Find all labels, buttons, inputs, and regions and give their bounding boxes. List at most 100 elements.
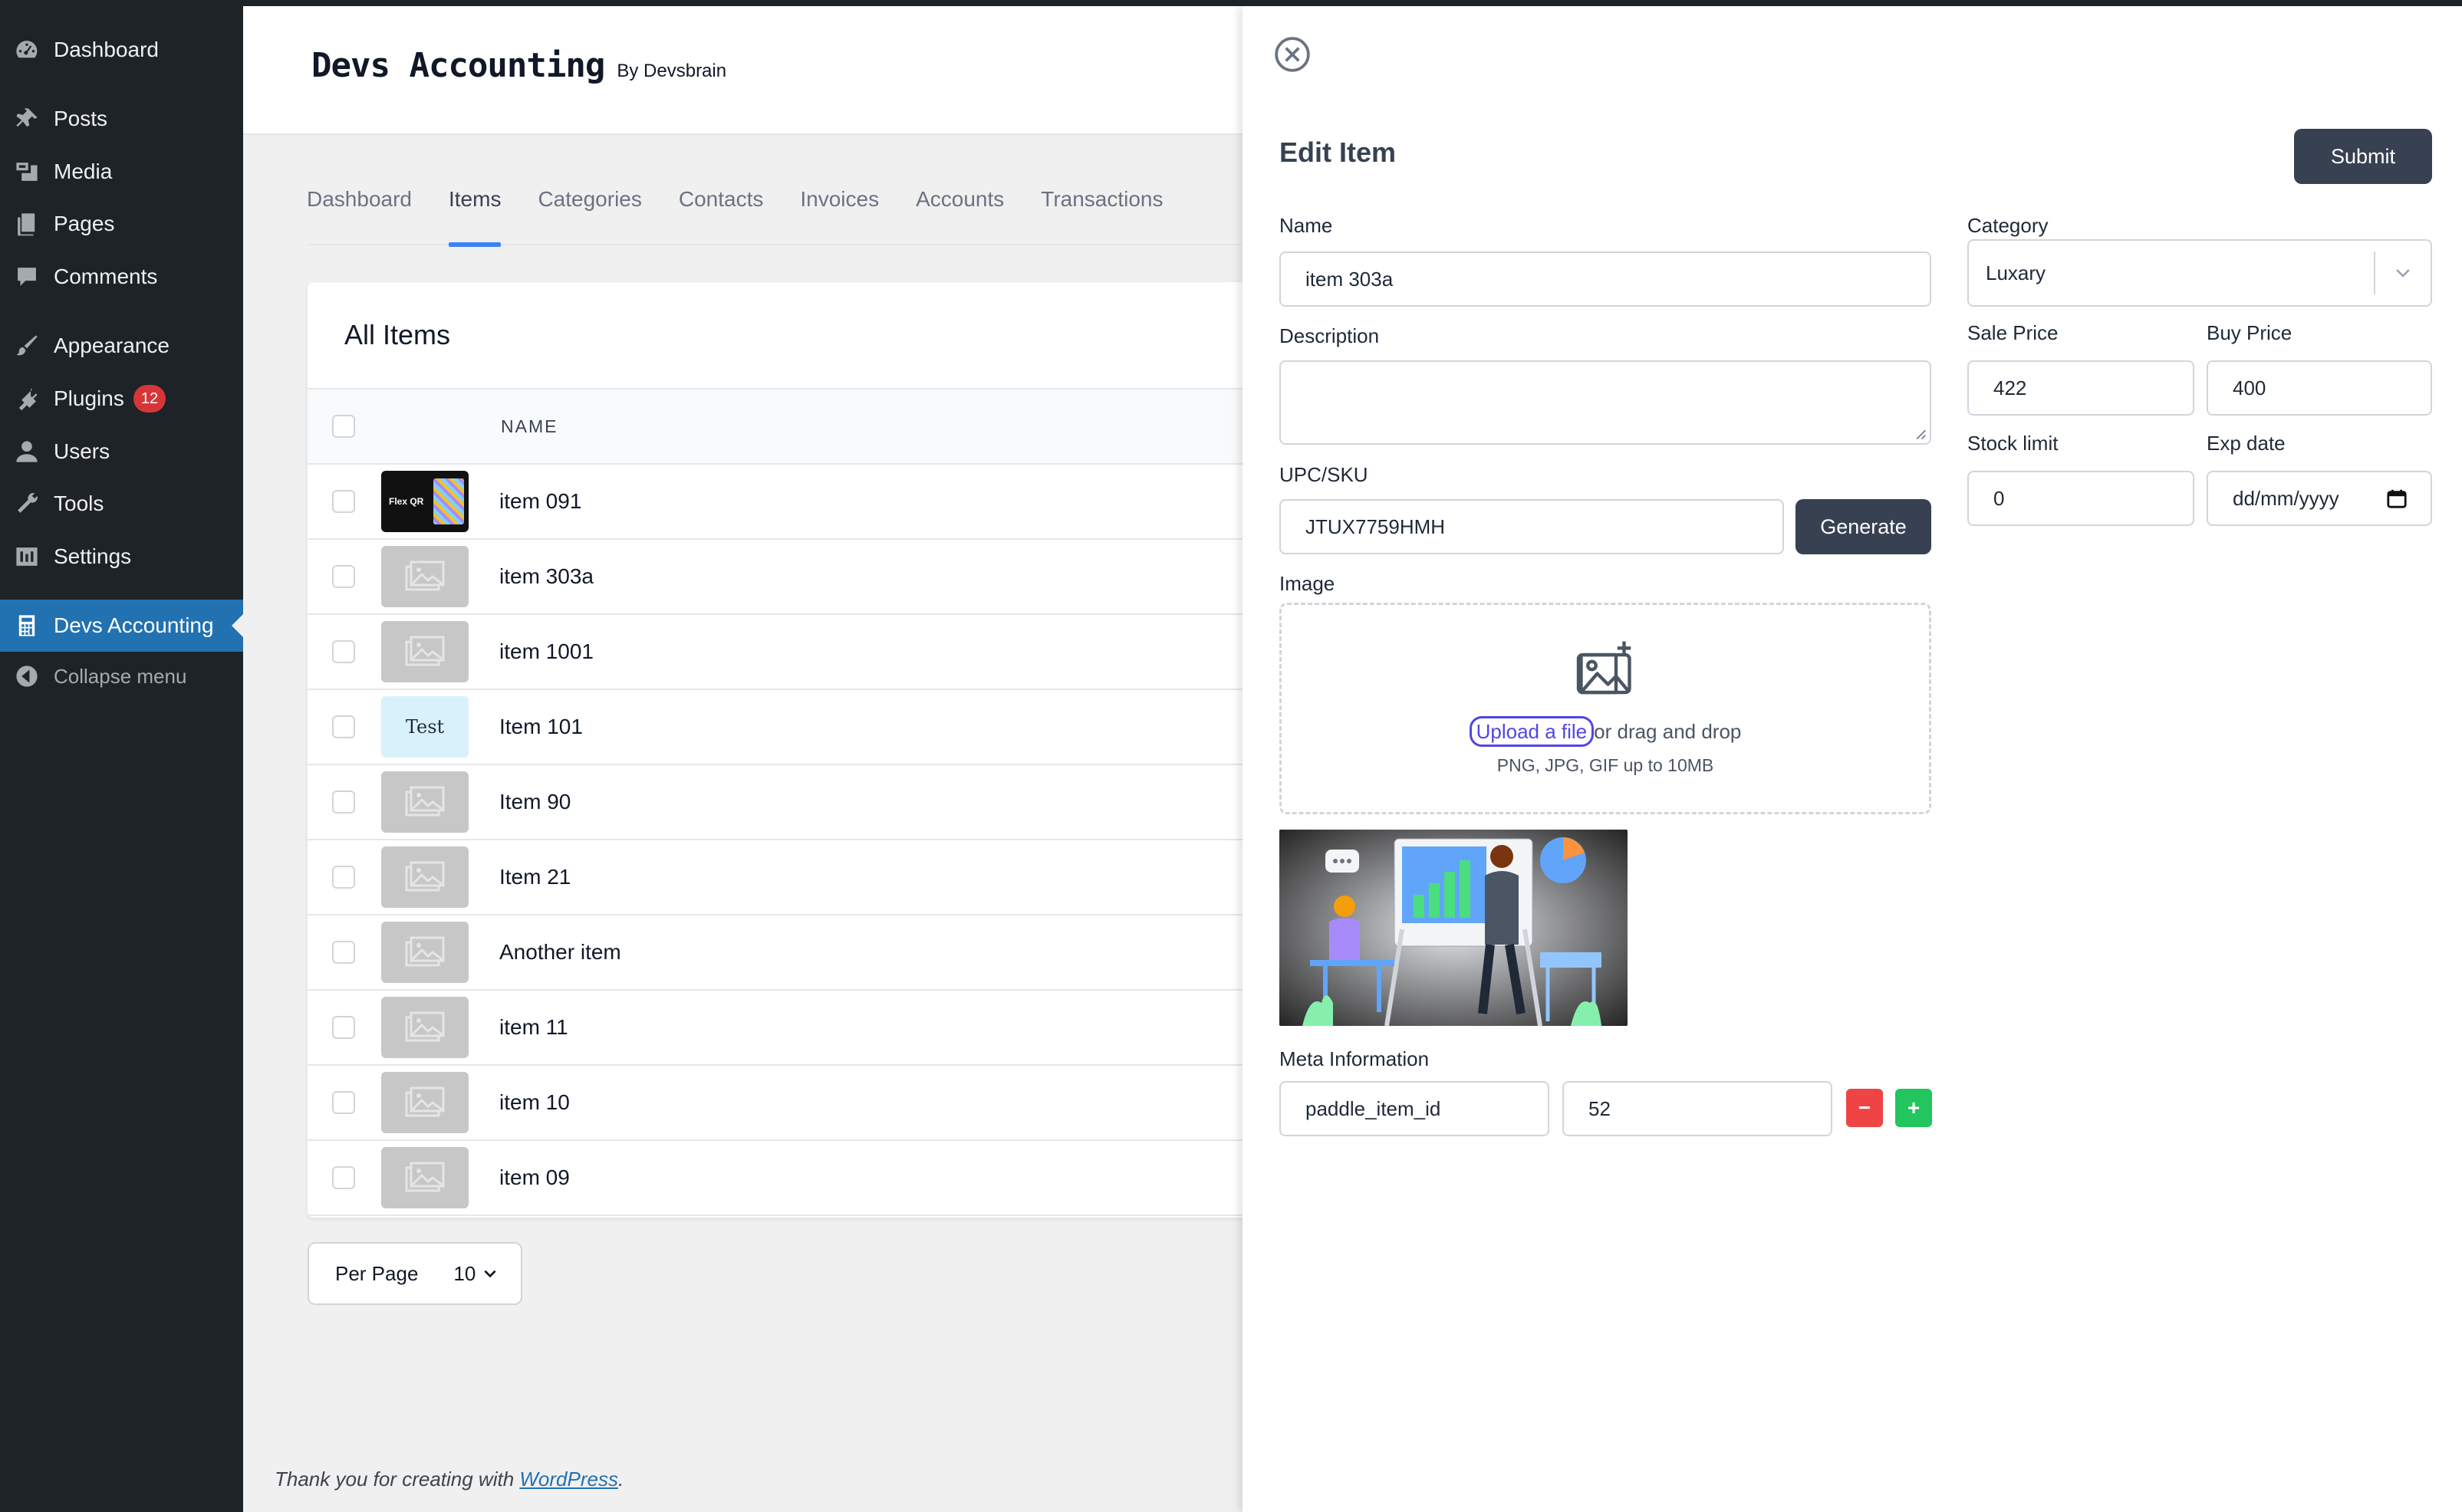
sidebar-item-tools[interactable]: Tools <box>0 478 243 530</box>
item-name[interactable]: item 09 <box>499 1165 570 1190</box>
item-name[interactable]: item 11 <box>499 1015 568 1040</box>
row-checkbox[interactable] <box>332 640 355 663</box>
tab-invoices[interactable]: Invoices <box>800 169 879 245</box>
user-icon <box>0 439 54 465</box>
item-name[interactable]: item 10 <box>499 1090 570 1115</box>
description-textarea[interactable] <box>1279 360 1931 445</box>
sidebar-item-appearance[interactable]: Appearance <box>0 320 243 372</box>
tab-dashboard[interactable]: Dashboard <box>307 169 412 245</box>
sidebar-item-media[interactable]: Media <box>0 146 243 198</box>
exp-date-input[interactable]: dd/mm/yyyy <box>2207 471 2432 526</box>
stock-limit-input[interactable]: 0 <box>1967 471 2194 526</box>
row-checkbox[interactable] <box>332 1166 355 1189</box>
tab-categories[interactable]: Categories <box>538 169 641 245</box>
name-input[interactable]: item 303a <box>1279 251 1931 307</box>
meta-value-input[interactable]: 52 <box>1562 1081 1832 1136</box>
row-checkbox[interactable] <box>332 565 355 588</box>
table-row[interactable]: item 303a <box>308 540 1305 615</box>
brush-icon <box>0 333 54 359</box>
sidebar-collapse-menu[interactable]: Collapse menu <box>0 650 243 702</box>
table-row[interactable]: Item 21 <box>308 840 1305 915</box>
table-row[interactable]: item 10 <box>308 1066 1305 1141</box>
sidebar-item-comments[interactable]: Comments <box>0 251 243 303</box>
dashboard-icon <box>0 37 54 63</box>
chevron-down-icon <box>484 1270 496 1278</box>
column-header-name: NAME <box>501 416 558 436</box>
item-name[interactable]: Item 90 <box>499 790 571 814</box>
row-checkbox[interactable] <box>332 1016 355 1039</box>
upload-instructions: Upload a file or drag and drop <box>1282 716 1929 747</box>
sidebar-item-pages[interactable]: Pages <box>0 198 243 250</box>
category-value: Luxary <box>1986 261 2046 284</box>
meta-key-input[interactable]: paddle_item_id <box>1279 1081 1549 1136</box>
upc-input[interactable]: JTUX7759HMH <box>1279 499 1784 554</box>
generate-button[interactable]: Generate <box>1795 499 1931 554</box>
table-row[interactable]: Item 90 <box>308 765 1305 840</box>
category-select[interactable]: Luxary <box>1967 239 2432 307</box>
calendar-icon[interactable] <box>2386 488 2408 509</box>
select-all-checkbox[interactable] <box>332 415 355 438</box>
pages-icon <box>0 211 54 237</box>
table-row[interactable]: Another item <box>308 915 1305 991</box>
item-thumbnail <box>381 1147 469 1208</box>
image-dropzone[interactable]: Upload a file or drag and drop PNG, JPG, … <box>1279 603 1931 814</box>
thumb-qr-text: Flex QR <box>389 496 424 507</box>
buy-price-input[interactable]: 400 <box>2207 360 2432 416</box>
admin-footer: Thank you for creating with WordPress. <box>275 1468 624 1491</box>
table-row[interactable]: item 11 <box>308 991 1305 1066</box>
sidebar-item-settings[interactable]: Settings <box>0 531 243 583</box>
item-name[interactable]: item 091 <box>499 489 581 514</box>
per-page-select[interactable]: Per Page 10 <box>308 1242 522 1305</box>
row-checkbox[interactable] <box>332 1091 355 1114</box>
sale-price-input[interactable]: 422 <box>1967 360 2194 416</box>
category-label: Category <box>1967 214 2049 237</box>
sidebar-item-label: Plugins <box>54 386 124 410</box>
sidebar-item-plugins[interactable]: Plugins 12 <box>0 373 243 425</box>
sidebar-item-dashboard[interactable]: Dashboard <box>0 24 243 76</box>
close-icon[interactable] <box>1273 35 1312 74</box>
tab-items[interactable]: Items <box>448 169 502 247</box>
upload-file-link[interactable]: Upload a file <box>1469 716 1595 747</box>
wrench-icon <box>0 491 54 517</box>
table-row[interactable]: item 09 <box>308 1141 1305 1216</box>
row-checkbox[interactable] <box>332 490 355 513</box>
sidebar-item-label: Settings <box>54 544 132 568</box>
table-row[interactable]: item 1001 <box>308 615 1305 690</box>
sidebar-item-devs-accounting[interactable]: Devs Accounting <box>0 600 244 652</box>
remove-meta-button[interactable]: − <box>1846 1089 1883 1127</box>
per-page-label: Per Page <box>335 1261 419 1285</box>
sidebar-item-posts[interactable]: Posts <box>0 93 243 145</box>
table-row[interactable]: Test Item 101 <box>308 690 1305 765</box>
calculator-icon <box>0 613 54 639</box>
resize-handle-icon[interactable] <box>1914 428 1927 440</box>
sidebar-item-label: Dashboard <box>54 38 159 61</box>
item-name[interactable]: item 1001 <box>499 639 594 664</box>
row-checkbox[interactable] <box>332 791 355 814</box>
tab-contacts[interactable]: Contacts <box>679 169 764 245</box>
sidebar-item-users[interactable]: Users <box>0 426 243 478</box>
upload-hint: PNG, JPG, GIF up to 10MB <box>1496 755 1714 775</box>
row-checkbox[interactable] <box>332 715 355 738</box>
submit-button[interactable]: Submit <box>2294 129 2432 184</box>
item-name[interactable]: item 303a <box>499 564 594 589</box>
sidebar-item-label: Pages <box>54 212 115 235</box>
wordpress-link[interactable]: WordPress <box>519 1468 618 1491</box>
item-name[interactable]: Another item <box>499 940 621 965</box>
item-thumbnail <box>381 997 469 1058</box>
media-icon <box>0 159 54 185</box>
tab-accounts[interactable]: Accounts <box>916 169 1004 245</box>
settings-icon <box>0 544 54 570</box>
item-name[interactable]: Item 101 <box>499 715 583 739</box>
drawer-title: Edit Item <box>1279 136 1397 168</box>
row-checkbox[interactable] <box>332 941 355 964</box>
top-bar <box>0 0 2462 6</box>
image-preview <box>1279 830 1628 1026</box>
add-meta-button[interactable]: + <box>1895 1089 1932 1127</box>
item-name[interactable]: Item 21 <box>499 865 571 889</box>
sidebar-item-label: Users <box>54 439 110 463</box>
row-checkbox[interactable] <box>332 866 355 889</box>
table-row[interactable]: Flex QR item 091 <box>308 465 1305 540</box>
exp-date-label: Exp date <box>2207 432 2286 455</box>
add-image-icon <box>1576 641 1631 695</box>
tab-transactions[interactable]: Transactions <box>1041 169 1163 245</box>
